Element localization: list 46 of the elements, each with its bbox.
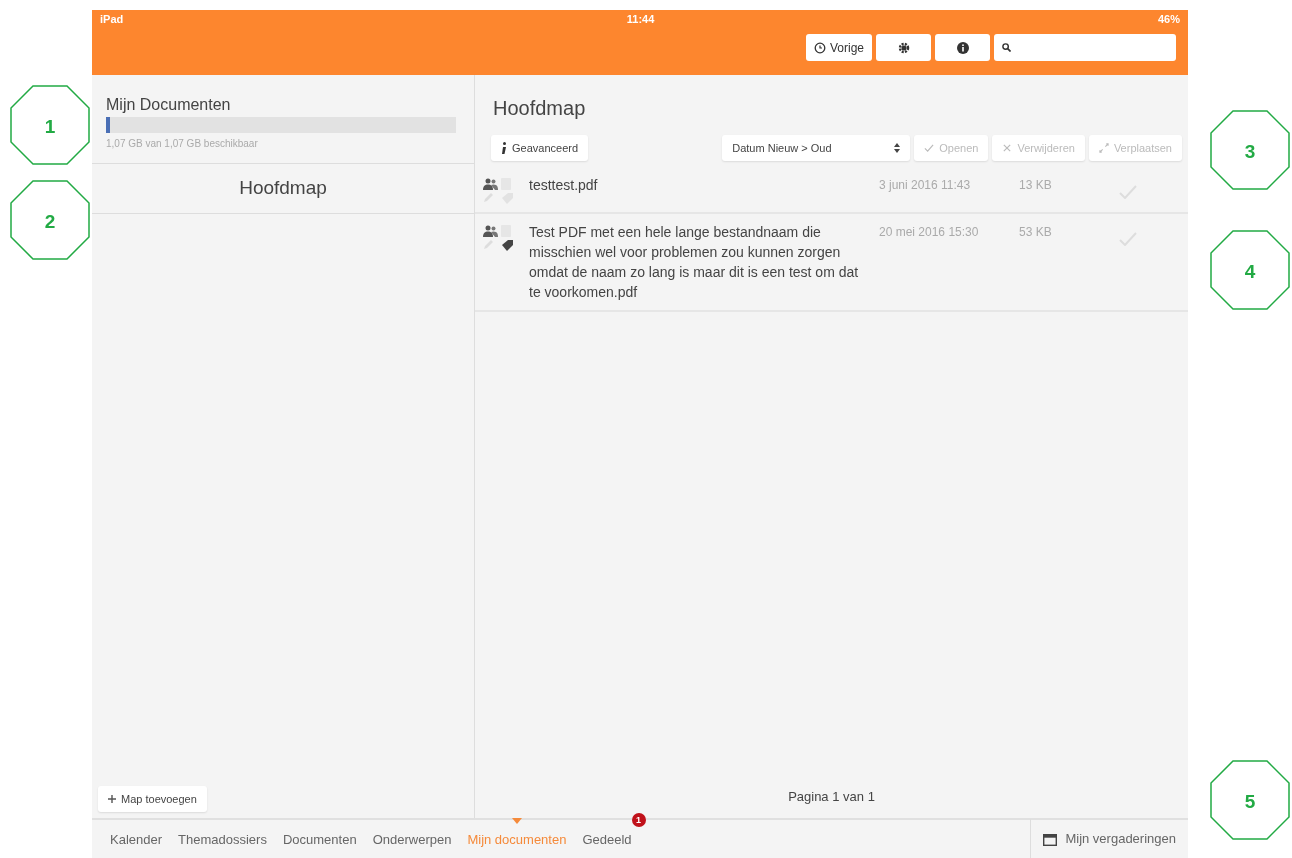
info-icon [501, 141, 507, 155]
add-folder-button[interactable]: Map toevoegen [98, 786, 207, 812]
pagination-text: Pagina 1 van 1 [788, 789, 875, 804]
sort-arrows-icon [894, 143, 901, 153]
clock-text: 11:44 [626, 11, 655, 27]
storage-title: Mijn Documenten [106, 95, 232, 115]
back-button[interactable]: Vorige [805, 34, 872, 61]
file-name: testtest.pdf [529, 177, 598, 193]
callout-number: 1 [43, 115, 57, 139]
file-name: Test PDF met een hele lange bestandnaam die misschien wel voor problemen zou kunnen zorgen omdat de naam zo lang is maar dit is een test om dat te voorkomen.pdf [529, 224, 859, 300]
callout-number: 2 [43, 210, 57, 234]
info-icon [956, 41, 969, 54]
people-icon [483, 178, 498, 190]
people-icon [483, 225, 498, 237]
tab[interactable]: Themadossiers [170, 830, 275, 850]
search-field[interactable] [994, 34, 1176, 61]
tab[interactable]: Gedeeld [574, 830, 640, 850]
battery-text: 46% [1157, 11, 1180, 27]
meetings-button[interactable]: Mijn vergaderingen [1030, 819, 1188, 858]
advanced-button[interactable]: Geavanceerd [491, 135, 589, 161]
file-size: 13 KB [1019, 178, 1052, 192]
storage-text: 1,07 GB van 1,07 GB beschikbaar [106, 137, 259, 151]
check-icon [924, 143, 935, 153]
folder-heading: Hoofdmap [239, 177, 327, 198]
callout-number: 5 [1243, 790, 1257, 814]
callout-number: 3 [1243, 140, 1257, 164]
search-icon [1002, 43, 1011, 52]
callout-number: 4 [1243, 260, 1257, 284]
file-size: 53 KB [1019, 225, 1052, 239]
move-icon [1098, 143, 1109, 153]
close-icon [1002, 143, 1013, 153]
info-button[interactable] [935, 34, 990, 61]
folder-title: Hoofdmap [492, 96, 586, 121]
settings-icon [897, 41, 910, 54]
history-icon [813, 41, 826, 54]
tab[interactable]: Onderwerpen [364, 830, 460, 850]
tab[interactable]: Documenten [274, 830, 365, 850]
file-date: 20 mei 2016 15:30 [879, 225, 979, 239]
file-date: 3 juni 2016 11:43 [879, 178, 971, 192]
tab[interactable]: Kalender [102, 830, 171, 850]
notification-badge: 1 [631, 813, 646, 827]
calendar-icon [1043, 832, 1058, 846]
settings-button[interactable] [876, 34, 931, 61]
plus-icon [108, 795, 116, 803]
carrier-text: iPad [100, 11, 124, 27]
sort-dropdown[interactable]: Datum Nieuw > Oud [722, 135, 911, 161]
